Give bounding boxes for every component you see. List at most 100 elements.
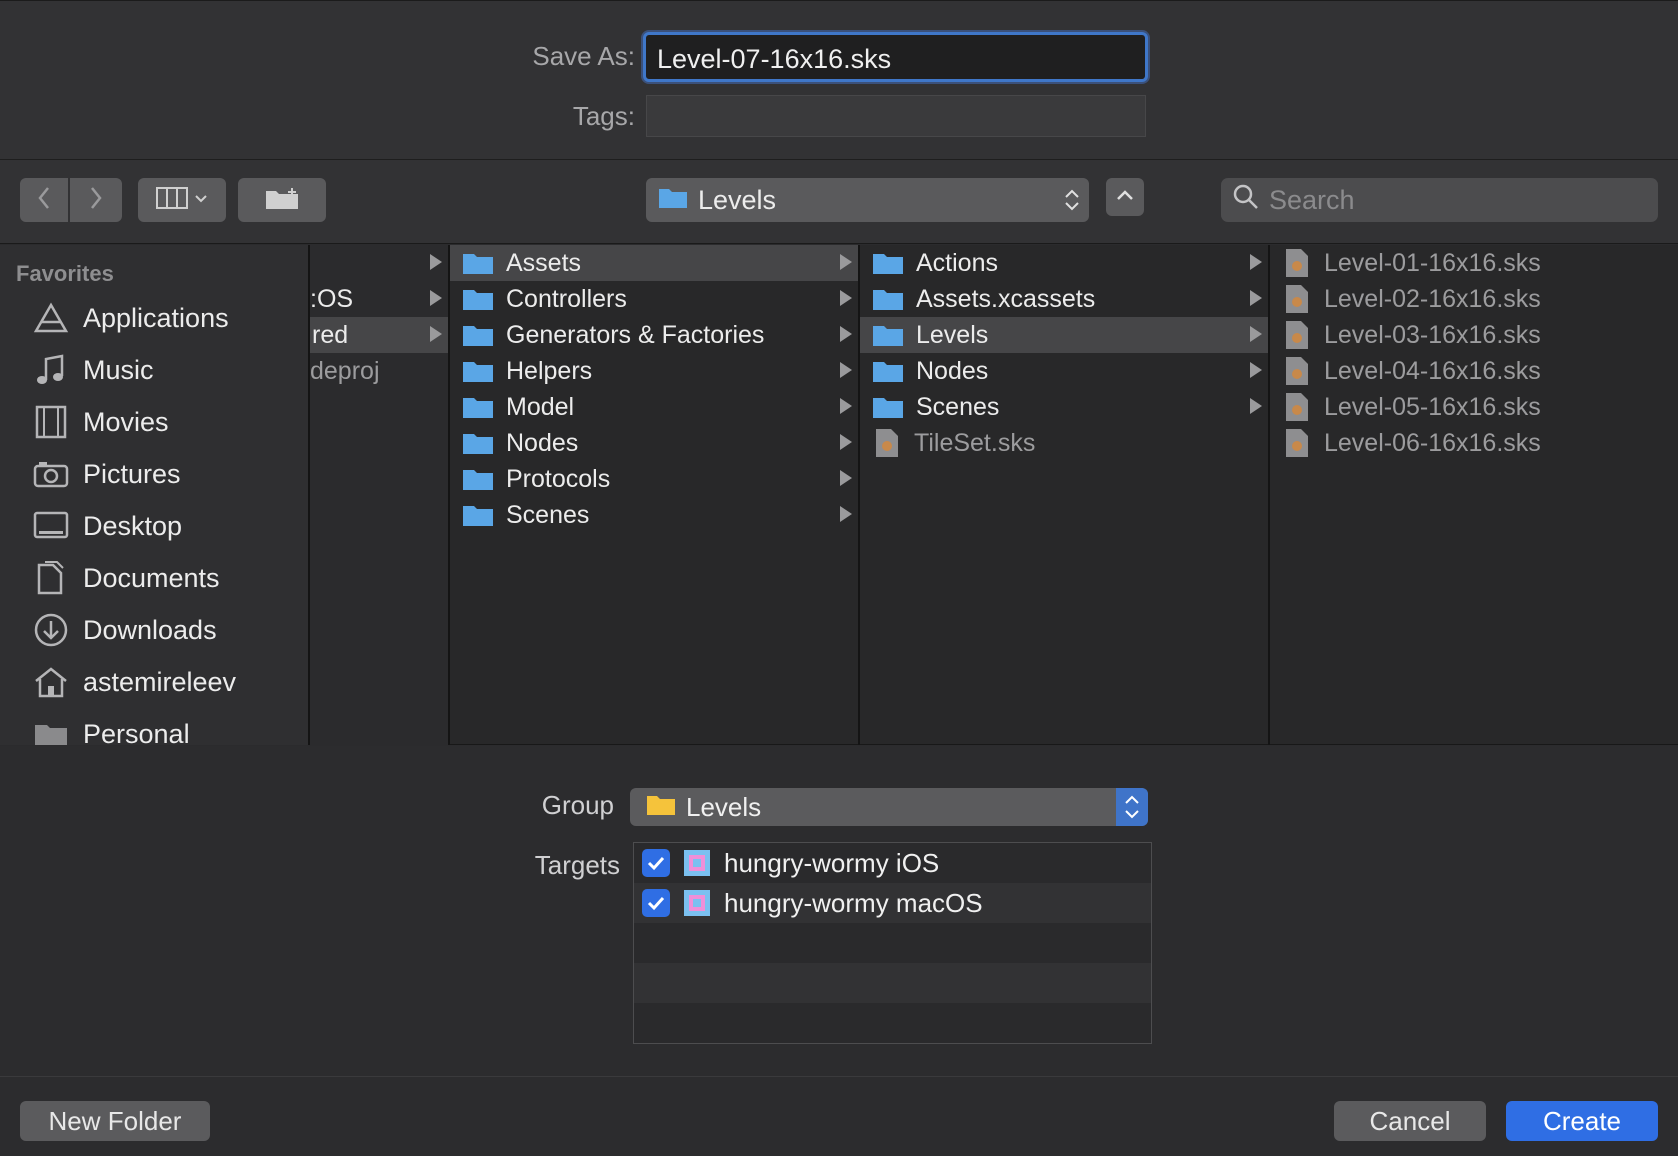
column-row[interactable]: Level-02-16x16.sks bbox=[1270, 281, 1678, 317]
create-button[interactable]: Create bbox=[1506, 1101, 1658, 1141]
disclosure-arrow-icon bbox=[840, 326, 852, 342]
sidebar-item-downloads[interactable]: Downloads bbox=[32, 608, 217, 652]
column-row[interactable]: Level-06-16x16.sks bbox=[1270, 425, 1678, 461]
empty-row bbox=[634, 963, 1151, 1003]
column-row[interactable]: Generators & Factories bbox=[450, 317, 858, 353]
chevron-up-icon bbox=[1116, 188, 1134, 206]
sks-file-icon bbox=[1286, 321, 1308, 349]
column-row[interactable]: Protocols bbox=[450, 461, 858, 497]
view-mode-button[interactable] bbox=[138, 178, 226, 222]
folder-icon bbox=[463, 290, 493, 310]
row-label: Nodes bbox=[916, 356, 989, 385]
column-row-selected[interactable]: Levels bbox=[860, 317, 1268, 353]
column-row[interactable]: Level-05-16x16.sks bbox=[1270, 389, 1678, 425]
column-row[interactable]: Level-04-16x16.sks bbox=[1270, 353, 1678, 389]
row-label: Nodes bbox=[506, 428, 579, 457]
column-row[interactable]: Scenes bbox=[450, 497, 858, 533]
sidebar-item-movies[interactable]: Movies bbox=[32, 400, 169, 444]
sks-file-icon bbox=[876, 429, 898, 457]
checkbox-checked-icon[interactable] bbox=[642, 889, 670, 917]
row-label: TileSet.sks bbox=[914, 428, 1036, 457]
up-down-icon bbox=[1063, 186, 1081, 221]
row-label: Scenes bbox=[506, 500, 590, 529]
row-label: Level-06-16x16.sks bbox=[1324, 428, 1541, 457]
group-popup[interactable]: Levels bbox=[630, 788, 1148, 826]
column-row-selected[interactable]: red bbox=[310, 317, 448, 353]
target-row[interactable]: hungry-wormy iOS bbox=[634, 843, 1151, 883]
folder-icon bbox=[463, 254, 493, 274]
folder-icon bbox=[32, 715, 70, 745]
sks-file-icon bbox=[1286, 357, 1308, 385]
folder-icon bbox=[646, 792, 676, 823]
folder-icon bbox=[463, 470, 493, 490]
column-row[interactable]: Model bbox=[450, 389, 858, 425]
new-folder-button[interactable]: New Folder bbox=[20, 1101, 210, 1141]
sidebar-item-label: Personal bbox=[83, 718, 190, 746]
forward-button[interactable] bbox=[70, 178, 122, 222]
sidebar-item-music[interactable]: Music bbox=[32, 348, 154, 392]
disclosure-arrow-icon bbox=[1250, 326, 1262, 342]
row-label: Level-05-16x16.sks bbox=[1324, 392, 1541, 421]
home-icon bbox=[32, 663, 70, 701]
row-label: deproj bbox=[310, 356, 380, 385]
search-field[interactable]: Search bbox=[1221, 178, 1658, 222]
documents-icon bbox=[32, 559, 70, 597]
expand-collapse-button[interactable] bbox=[1106, 178, 1144, 216]
disclosure-arrow-icon bbox=[840, 398, 852, 414]
column-row[interactable]: Nodes bbox=[450, 425, 858, 461]
column-row[interactable]: TileSet.sks bbox=[860, 425, 1268, 461]
column-row[interactable]: Nodes bbox=[860, 353, 1268, 389]
sidebar-item-label: Movies bbox=[83, 406, 169, 437]
location-popup[interactable]: Levels bbox=[646, 178, 1089, 222]
targets-list: hungry-wormy iOS hungry-wormy macOS bbox=[633, 842, 1152, 1044]
sidebar-item-label: Applications bbox=[83, 302, 229, 333]
column-row[interactable]: Actions bbox=[860, 245, 1268, 281]
sidebar-item-pictures[interactable]: Pictures bbox=[32, 452, 181, 496]
sidebar-item-applications[interactable]: Applications bbox=[32, 296, 229, 340]
row-label: Levels bbox=[916, 320, 989, 349]
chevron-left-icon bbox=[36, 185, 52, 216]
row-label: Protocols bbox=[506, 464, 611, 493]
back-button[interactable] bbox=[20, 178, 68, 222]
column-row[interactable] bbox=[310, 245, 448, 281]
save-as-label: Save As: bbox=[532, 41, 635, 71]
empty-row bbox=[634, 1003, 1151, 1043]
row-label: Generators & Factories bbox=[506, 320, 765, 349]
folder-icon bbox=[873, 398, 903, 418]
column-row[interactable]: Level-01-16x16.sks bbox=[1270, 245, 1678, 281]
targets-label: Targets bbox=[534, 850, 620, 880]
sks-file-icon bbox=[1286, 285, 1308, 313]
sks-file-icon bbox=[1286, 249, 1308, 277]
sidebar-item-home[interactable]: astemireleev bbox=[32, 660, 236, 704]
disclosure-arrow-icon bbox=[430, 290, 442, 306]
empty-row bbox=[634, 923, 1151, 963]
disclosure-arrow-icon bbox=[430, 254, 442, 270]
column-row-selected[interactable]: Assets bbox=[450, 245, 858, 281]
sidebar-item-personal[interactable]: Personal bbox=[32, 712, 190, 745]
disclosure-arrow-icon bbox=[840, 290, 852, 306]
target-row[interactable]: hungry-wormy macOS bbox=[634, 883, 1151, 923]
cancel-button[interactable]: Cancel bbox=[1334, 1101, 1486, 1141]
save-panel: Save As: Level-07-16x16.sks Tags: bbox=[0, 0, 1678, 160]
applications-icon bbox=[32, 299, 70, 337]
sks-file-icon bbox=[1286, 393, 1308, 421]
row-label: red bbox=[312, 320, 349, 349]
tags-field[interactable] bbox=[646, 95, 1146, 137]
sidebar-item-documents[interactable]: Documents bbox=[32, 556, 220, 600]
column-row[interactable]: :OS bbox=[310, 281, 448, 317]
folder-icon bbox=[873, 326, 903, 346]
column-row[interactable]: Scenes bbox=[860, 389, 1268, 425]
checkbox-checked-icon[interactable] bbox=[642, 849, 670, 877]
disclosure-arrow-icon bbox=[1250, 290, 1262, 306]
save-as-field[interactable]: Level-07-16x16.sks bbox=[643, 32, 1148, 82]
column-row[interactable]: Helpers bbox=[450, 353, 858, 389]
column-row[interactable]: Assets.xcassets bbox=[860, 281, 1268, 317]
new-folder-toolbar-button[interactable] bbox=[238, 178, 326, 222]
column-row[interactable]: Controllers bbox=[450, 281, 858, 317]
row-label: Actions bbox=[916, 248, 998, 277]
sidebar-item-desktop[interactable]: Desktop bbox=[32, 504, 182, 548]
column-row[interactable]: deproj bbox=[310, 353, 448, 389]
column-row[interactable]: Level-03-16x16.sks bbox=[1270, 317, 1678, 353]
disclosure-arrow-icon bbox=[430, 326, 442, 342]
desktop-icon bbox=[32, 507, 70, 545]
